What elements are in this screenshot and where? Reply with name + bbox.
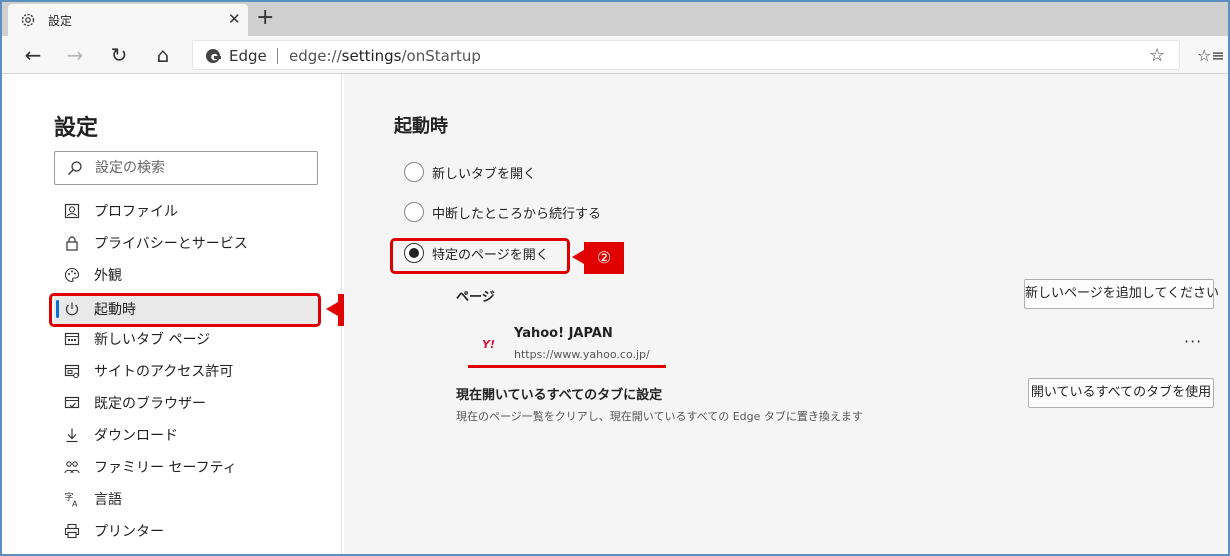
sidebar-item-label: プロファイル [94, 204, 178, 220]
page-title: 起動時 [394, 116, 448, 137]
tab-title: 設定 [48, 14, 73, 28]
sidebar-item-appearance[interactable]: 外観 [54, 259, 320, 291]
sidebar-item-printers[interactable]: プリンター [54, 515, 320, 547]
download-icon [64, 427, 80, 443]
default-browser-icon [64, 395, 80, 411]
sidebar-item-label: ダウンロード [94, 428, 178, 444]
palette-icon [64, 267, 80, 283]
profile-icon [64, 203, 80, 219]
option-label: 新しいタブを開く [432, 167, 537, 182]
sidebar-item-label: 外観 [94, 268, 122, 284]
edge-logo-icon [205, 48, 221, 64]
browser-window: 設定 ✕ + ← → ↻ ⌂ Edge edge://settings/onSt… [0, 0, 1230, 556]
site-name: Yahoo! JAPAN [514, 326, 613, 341]
highlight-startup [49, 293, 321, 327]
sidebar-item-label: サイトのアクセス許可 [94, 364, 234, 380]
site-identity: Edge [229, 47, 267, 65]
sidebar-item-privacy[interactable]: プライバシーとサービス [54, 227, 320, 259]
site-url: https://www.yahoo.co.jp/ [514, 348, 650, 361]
sidebar-item-site-permissions[interactable]: サイトのアクセス許可 [54, 355, 320, 387]
url-text: edge://settings/onStartup [289, 47, 481, 65]
address-bar[interactable]: Edge edge://settings/onStartup ☆ [192, 40, 1180, 70]
sidebar-item-label: 新しいタブ ページ [94, 332, 211, 348]
language-icon: 字A [64, 491, 80, 509]
current-tabs-title: 現在開いているすべてのタブに設定 [456, 388, 663, 403]
sidebar-item-label: ファミリー セーフティ [94, 460, 237, 476]
tab-settings[interactable]: 設定 ✕ [8, 4, 248, 36]
family-icon [64, 459, 80, 475]
list-item: Y! Yahoo! JAPAN https://www.yahoo.co.jp/… [456, 324, 1216, 368]
newtab-icon [64, 331, 80, 347]
sidebar-item-downloads[interactable]: ダウンロード [54, 419, 320, 451]
sidebar-title: 設定 [54, 116, 99, 141]
gear-icon [20, 12, 36, 28]
option-label: 中断したところから続行する [432, 207, 602, 222]
printer-icon [64, 523, 80, 539]
highlight-specific-pages [390, 238, 570, 274]
highlight-underline [468, 365, 666, 368]
use-all-tabs-button[interactable]: 開いているすべてのタブを使用 [1028, 378, 1214, 408]
favorites-list-icon[interactable]: ☆≡ [1197, 46, 1225, 65]
sidebar-item-label: プリンター [94, 524, 164, 540]
tab-strip: 設定 ✕ + [2, 2, 1228, 36]
forward-button[interactable]: → [64, 44, 86, 66]
pages-heading: ページ [456, 290, 495, 305]
lock-icon [64, 235, 80, 251]
startup-settings-panel: 起動時 新しいタブを開く 中断したところから続行する 特定のページを開く ② ペ… [344, 74, 1228, 554]
sidebar-item-languages[interactable]: 字A 言語 [54, 483, 320, 515]
sidebar-item-label: 言語 [94, 492, 122, 508]
sidebar-item-family-safety[interactable]: ファミリー セーフティ [54, 451, 320, 483]
radio-button[interactable] [404, 202, 424, 222]
yahoo-favicon-icon: Y! [482, 338, 495, 351]
more-options-icon[interactable]: ··· [1184, 332, 1202, 351]
add-page-button[interactable]: 新しいページを追加してください [1024, 279, 1219, 309]
search-icon [67, 160, 83, 176]
site-permissions-icon [64, 363, 80, 379]
current-tabs-description: 現在のページ一覧をクリアし、現在開いているすべての Edge タブに置き換えます [456, 410, 863, 423]
sidebar-item-profile[interactable]: プロファイル [54, 195, 320, 227]
favorite-star-icon[interactable]: ☆ [1149, 45, 1165, 66]
close-icon[interactable]: ✕ [228, 10, 241, 28]
sidebar-item-label: プライバシーとサービス [94, 236, 248, 252]
sidebar-item-default-browser[interactable]: 既定のブラウザー [54, 387, 320, 419]
svg-text:A: A [72, 500, 78, 508]
sidebar-item-label: 既定のブラウザー [94, 396, 206, 412]
callout-2: ② [572, 242, 624, 274]
refresh-button[interactable]: ↻ [108, 44, 130, 66]
radio-button[interactable] [404, 162, 424, 182]
address-divider [277, 48, 278, 64]
settings-search[interactable] [54, 151, 318, 185]
back-button[interactable]: ← [22, 44, 44, 66]
new-tab-button[interactable]: + [256, 6, 274, 30]
home-button[interactable]: ⌂ [152, 44, 174, 66]
search-input[interactable] [95, 158, 305, 178]
sidebar-item-new-tab-page[interactable]: 新しいタブ ページ [54, 323, 320, 355]
toolbar: ← → ↻ ⌂ Edge edge://settings/onStartup ☆… [2, 36, 1228, 74]
